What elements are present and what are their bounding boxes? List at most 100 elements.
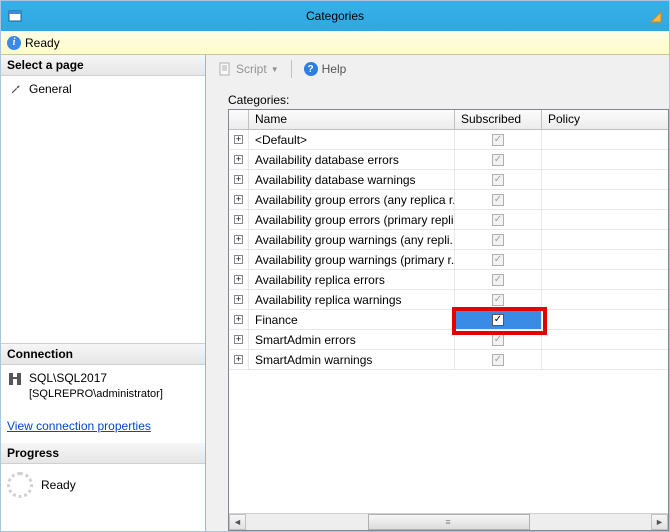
expand-button[interactable]: + — [229, 350, 249, 370]
name-cell[interactable]: SmartAdmin warnings — [249, 350, 455, 370]
subscribed-cell[interactable]: ✓ — [455, 150, 542, 170]
scroll-right-button[interactable]: ► — [651, 514, 668, 530]
subscribed-cell[interactable]: ✓ — [455, 310, 542, 330]
policy-cell[interactable] — [542, 290, 668, 310]
horizontal-scrollbar[interactable]: ◄ ≡ ► — [229, 513, 668, 530]
expand-button[interactable]: + — [229, 170, 249, 190]
connection-body: SQL\SQL2017 [SQLREPRO\administrator] Vie… — [1, 365, 205, 443]
table-row[interactable]: +Availability database errors ✓ — [229, 150, 668, 170]
name-cell[interactable]: Availability replica errors — [249, 270, 455, 290]
checkbox-icon: ✓ — [492, 354, 504, 366]
toolbar-separator — [291, 60, 292, 78]
table-row[interactable]: +SmartAdmin errors✓ — [229, 330, 668, 350]
expand-button[interactable]: + — [229, 130, 249, 150]
policy-cell[interactable] — [542, 310, 668, 330]
table-row[interactable]: +SmartAdmin warnings ✓ — [229, 350, 668, 370]
subscribed-cell[interactable]: ✓ — [455, 170, 542, 190]
col-subscribed[interactable]: Subscribed — [455, 110, 542, 129]
expand-button[interactable]: + — [229, 270, 249, 290]
policy-cell[interactable] — [542, 130, 668, 150]
scroll-track[interactable]: ≡ — [246, 514, 651, 530]
checkbox-icon: ✓ — [492, 234, 504, 246]
subscribed-cell[interactable]: ✓ — [455, 130, 542, 150]
expand-button[interactable]: + — [229, 290, 249, 310]
expand-button[interactable]: + — [229, 250, 249, 270]
subscribed-cell[interactable]: ✓ — [455, 190, 542, 210]
table-row[interactable]: +Availability group warnings (primary r.… — [229, 250, 668, 270]
subscribed-cell[interactable]: ✓ — [455, 350, 542, 370]
connection-header: Connection — [1, 344, 205, 365]
table-row[interactable]: +Availability replica warnings ✓ — [229, 290, 668, 310]
policy-cell[interactable] — [542, 270, 668, 290]
policy-cell[interactable] — [542, 350, 668, 370]
connection-user: [SQLREPRO\administrator] — [29, 387, 163, 401]
table-row[interactable]: +Availability group warnings (any repli.… — [229, 230, 668, 250]
help-label: Help — [322, 62, 347, 76]
subscribed-cell[interactable]: ✓ — [455, 250, 542, 270]
checkbox-icon: ✓ — [492, 294, 504, 306]
subscribed-cell[interactable]: ✓ — [455, 330, 542, 350]
subscribed-cell[interactable]: ✓ — [455, 230, 542, 250]
policy-cell[interactable] — [542, 170, 668, 190]
policy-cell[interactable] — [542, 210, 668, 230]
subscribed-cell[interactable]: ✓ — [455, 290, 542, 310]
policy-cell[interactable] — [542, 190, 668, 210]
expand-button[interactable]: + — [229, 210, 249, 230]
name-cell[interactable]: Availability group errors (any replica r… — [249, 190, 455, 210]
policy-cell[interactable] — [542, 230, 668, 250]
table-row[interactable]: +Availability group errors (any replica … — [229, 190, 668, 210]
scroll-left-button[interactable]: ◄ — [229, 514, 246, 530]
expand-button[interactable]: + — [229, 230, 249, 250]
scroll-thumb[interactable]: ≡ — [368, 514, 530, 530]
name-cell[interactable]: Availability group warnings (primary r..… — [249, 250, 455, 270]
select-page-body: General — [1, 76, 205, 344]
title-bar: Categories — [1, 1, 669, 31]
subscribed-cell[interactable]: ✓ — [455, 270, 542, 290]
page-item-general[interactable]: General — [5, 80, 201, 98]
col-name[interactable]: Name — [249, 110, 455, 129]
chevron-down-icon: ▼ — [271, 65, 279, 74]
checkbox-icon[interactable]: ✓ — [492, 314, 504, 326]
checkbox-icon: ✓ — [492, 194, 504, 206]
progress-body: Ready — [1, 464, 205, 506]
table-row[interactable]: +Availability database warnings✓ — [229, 170, 668, 190]
col-policy[interactable]: Policy — [542, 110, 668, 129]
script-label: Script — [236, 62, 267, 76]
progress-status: Ready — [41, 478, 76, 492]
expand-button[interactable]: + — [229, 310, 249, 330]
toolbar: Script ▼ ? Help — [206, 55, 669, 83]
policy-cell[interactable] — [542, 250, 668, 270]
table-row[interactable]: +Availability replica errors ✓ — [229, 270, 668, 290]
subscribed-cell[interactable]: ✓ — [455, 210, 542, 230]
checkbox-icon: ✓ — [492, 214, 504, 226]
policy-cell[interactable] — [542, 330, 668, 350]
status-bar: i Ready — [1, 31, 669, 55]
policy-cell[interactable] — [542, 150, 668, 170]
name-cell[interactable]: Availability database warnings — [249, 170, 455, 190]
table-row[interactable]: +Availability group errors (primary repl… — [229, 210, 668, 230]
help-button[interactable]: ? Help — [300, 60, 351, 78]
name-cell[interactable]: Finance — [249, 310, 455, 330]
name-cell[interactable]: Availability replica warnings — [249, 290, 455, 310]
name-cell[interactable]: Availability group warnings (any repli..… — [249, 230, 455, 250]
categories-grid: Name Subscribed Policy +<Default>✓+Avail… — [228, 109, 669, 531]
expand-button[interactable]: + — [229, 330, 249, 350]
table-row[interactable]: +<Default>✓ — [229, 130, 668, 150]
name-cell[interactable]: SmartAdmin errors — [249, 330, 455, 350]
checkbox-icon: ✓ — [492, 154, 504, 166]
script-button[interactable]: Script ▼ — [214, 60, 283, 78]
name-cell[interactable]: <Default> — [249, 130, 455, 150]
wrench-icon — [9, 82, 23, 96]
window-corner-icon — [647, 8, 663, 24]
expand-button[interactable]: + — [229, 190, 249, 210]
name-cell[interactable]: Availability group errors (primary repli… — [249, 210, 455, 230]
expand-button[interactable]: + — [229, 150, 249, 170]
view-connection-properties-link[interactable]: View connection properties — [7, 419, 151, 433]
help-icon: ? — [304, 62, 318, 76]
checkbox-icon: ✓ — [492, 274, 504, 286]
script-icon — [218, 62, 232, 76]
grid-label: Categories: — [228, 93, 669, 107]
name-cell[interactable]: Availability database errors — [249, 150, 455, 170]
status-text: Ready — [25, 36, 60, 50]
table-row[interactable]: +Finance ✓ — [229, 310, 668, 330]
